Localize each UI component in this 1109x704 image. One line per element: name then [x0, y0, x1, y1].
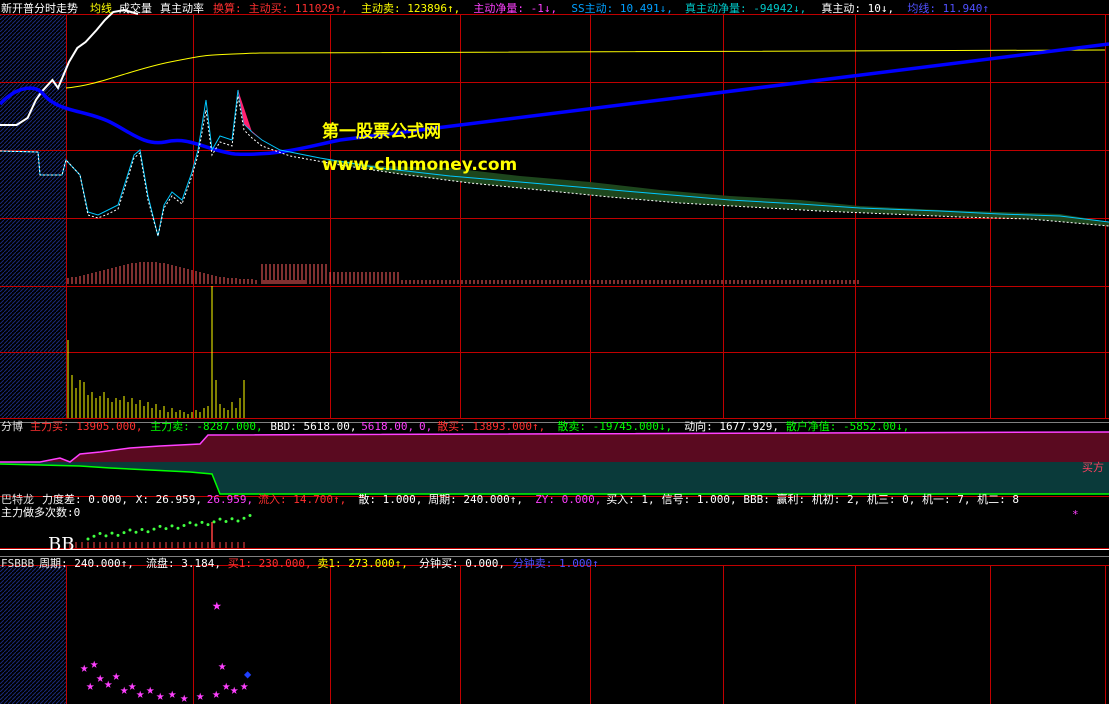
- panel1-header-item: 真主动: 10↓,: [821, 1, 894, 15]
- panel3-red-band: [0, 432, 1109, 462]
- panel4-header-item: 信号: 1.000,: [662, 493, 737, 506]
- panel4-dot: [104, 534, 108, 538]
- panel3-right-label: 买方: [1082, 460, 1104, 474]
- panel4-dot: [170, 524, 174, 528]
- panel4-dot: [182, 523, 186, 527]
- panel1-header-item: 主动净量: -1↓,: [473, 1, 557, 15]
- panel4-dot: [164, 527, 168, 531]
- panel4-dot: [134, 530, 138, 534]
- premarket-hatch: [0, 14, 66, 418]
- panel5-star: ★: [218, 658, 227, 674]
- blue-trend-line: [0, 42, 1109, 157]
- panel4-dot: [140, 528, 144, 532]
- panel4-dot: [206, 523, 210, 527]
- premarket-hatch-lower: [0, 565, 66, 704]
- panel5-header-item: 卖1: 273.000↑,: [317, 557, 407, 570]
- panel4-bb-label: BB: [48, 534, 74, 555]
- panel4-line2: 主力做多次数:0: [1, 505, 80, 519]
- panel4-dot: [152, 527, 156, 531]
- panel1-header-item: 真主动率: [160, 1, 204, 15]
- panel4-header-item: BBB: 赢利: 机初: 2, 机三: 0, 机一: 7, 机二: 8: [743, 492, 1019, 506]
- panel3-header-item: BBD: 5618.00,: [270, 420, 356, 433]
- panel5-star: ★: [86, 678, 95, 694]
- panel4-dot: [158, 524, 162, 528]
- panel3-header-item: 主力卖: -8287.000,: [150, 420, 262, 433]
- panel3-teal-band: [0, 462, 1109, 494]
- panel4-dot: [176, 526, 180, 530]
- panel4-header-item: 巴特龙: [1, 492, 34, 506]
- panel4-dot: [236, 519, 240, 523]
- panel1-header-item: SS主动: 10.491↓,: [571, 2, 672, 15]
- panel4-dot: [212, 520, 216, 524]
- panel4-dot: [188, 521, 192, 525]
- panel4-header-item: 周期: 240.000↑,: [428, 493, 523, 506]
- panel4-dot: [218, 517, 222, 521]
- panel1-header-item: 主动买: 111029↑,: [249, 2, 348, 15]
- panel5-header-item: 周期: 240.000↑,: [39, 557, 134, 570]
- panel5-star: ★: [80, 660, 89, 676]
- panel4-header-item: 买入: 1,: [606, 493, 655, 506]
- watermark-line2: www.chnmoney.com: [322, 155, 517, 175]
- panel3-header-item: 散买: 13893.000↑,: [437, 419, 545, 433]
- panel3-header-item: 主力买: 13905.000,: [30, 420, 142, 433]
- panel3-header-item: 5618.00,: [361, 420, 414, 433]
- panel4-dot: [122, 531, 126, 535]
- panel4-dot: [242, 516, 246, 520]
- panel4-dot: [110, 531, 114, 535]
- panel1-header-item: 换算:: [213, 1, 242, 15]
- panel4-dot: [92, 534, 96, 538]
- panel5-star: ★: [136, 686, 145, 702]
- chart-root: * ★ ★ ★ ★ ★ ★ ★ ★ ★ ★ ★ ★ ★ ★ ★ ★ ★ ★ ★ ★ ◆ 新开普分时走势 均线 成交量 真主动率换…: [0, 0, 1109, 704]
- panel3-header-item: 散卖: -19745.000↓,: [557, 419, 672, 433]
- panel5-star: ★: [156, 688, 165, 704]
- panel4-dot: [146, 530, 150, 534]
- panel5-star: ★: [168, 686, 177, 702]
- panel1-header-item: 均线: [90, 1, 112, 15]
- intraday-chart: *★ ★★ ★ ★ ★★ ★ ★ ★ ★ ★ ★ ★ ★ ★ ★ ★★★◆ 新开普分时走势 均线 成交量 真主动率换…: [0, 1, 1109, 704]
- panel4-dot: [194, 523, 198, 527]
- panel4-dot: [230, 517, 234, 521]
- panel5-header-item: FSBBB: [1, 557, 34, 570]
- panel5-header-item: 买1: 230.000,: [228, 557, 312, 570]
- panel4-header-item: 散: 1.000,: [358, 492, 422, 506]
- panel4-header-item: 26.959,: [207, 493, 253, 506]
- panel4-dot: [224, 519, 228, 523]
- panel5-star: ★: [230, 682, 239, 698]
- panel5-star: ★: [212, 686, 221, 702]
- panel1-header-item: 新开普分时走势: [1, 1, 78, 15]
- panel3-header-item: 分博: [1, 420, 23, 433]
- panel3-header-item: 散户净值: -5852.00↓,: [786, 419, 909, 433]
- panel5-diamond: ◆: [244, 667, 252, 681]
- panel4-dot: [116, 533, 120, 537]
- panel5-star: ★: [180, 690, 189, 704]
- panel1-header-item: 成交量: [119, 1, 152, 15]
- panel5-header-item: 分钟卖: 1.000↑: [513, 556, 599, 570]
- panel3-header-item: 动向: 1677.929,: [684, 419, 779, 433]
- panel4-dot: [200, 520, 204, 524]
- panel5-header-item: 分钟买: 0.000,: [419, 556, 505, 570]
- panel3-header-item: 0,: [419, 420, 432, 433]
- panel5-star: ★: [196, 688, 205, 704]
- panel5-star: ★: [146, 682, 155, 698]
- panel4-header-item: 流入: 14.700↑,: [258, 492, 346, 506]
- panel5-header-item: 流盘: 3.184,: [146, 556, 221, 570]
- panel4-header-item: X: 26.959,: [136, 493, 202, 506]
- panel1-header-item: 主动卖: 123896↑,: [361, 2, 460, 15]
- panel4-dot: [86, 537, 90, 541]
- panel4-big-star: ★: [212, 595, 222, 614]
- panel1-header-item: 真主动净量: -94942↓,: [685, 1, 806, 15]
- panel4-header-item: ZY: 0.000,: [535, 493, 601, 506]
- panel4-star-right: *: [1072, 508, 1079, 521]
- pink-spike: [238, 90, 262, 140]
- panel1-header-item: 均线: 11.940↑: [907, 1, 989, 15]
- watermark-line1: 第一股票公式网: [322, 121, 441, 142]
- panel4-dot: [128, 528, 132, 532]
- panel4-header-item: 力度差: 0.000,: [42, 492, 128, 506]
- panel4-dot: [98, 532, 102, 536]
- panel4-dot: [248, 514, 252, 518]
